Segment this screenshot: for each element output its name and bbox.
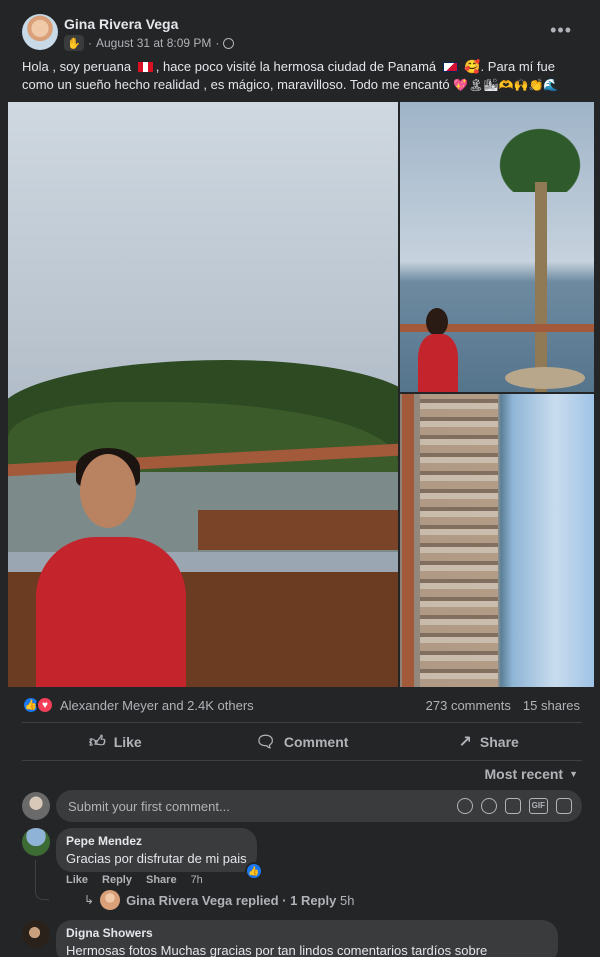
sticker-icon[interactable] — [556, 798, 572, 814]
emoji-icon[interactable] — [480, 798, 497, 814]
comment-text: Hermosas fotos Muchas gracias por tan li… — [66, 943, 488, 957]
comment-actions: Like Reply Share 7h — [66, 874, 203, 886]
photo-top-right[interactable] — [400, 102, 594, 392]
reaction-icons[interactable]: 👍 ♥ — [22, 696, 54, 714]
panama-flag-icon — [442, 62, 458, 72]
engagement-counts: 273 comments 15 shares — [426, 698, 580, 713]
commenter-name[interactable]: Digna Showers — [66, 926, 548, 940]
like-button[interactable]: 👍︎ Like — [22, 726, 209, 758]
commenter-avatar[interactable] — [22, 828, 50, 856]
comment-time[interactable]: 7h — [191, 874, 203, 886]
divider — [22, 760, 582, 761]
photo-grid — [8, 102, 594, 687]
post-text: Hola , soy peruana , hace poco visité la… — [22, 58, 582, 94]
shares-count[interactable]: 15 shares — [523, 698, 580, 713]
comments-count[interactable]: 273 comments — [426, 698, 511, 713]
post-text-part: , hace poco visité la hermosa ciudad de … — [155, 59, 440, 74]
thumbs-up-icon: 👍︎ — [88, 733, 106, 751]
post-text-part: Hola , soy peruana — [22, 59, 135, 74]
meta-separator: · — [215, 36, 220, 50]
photo-main[interactable] — [8, 102, 398, 687]
comment-sort-dropdown[interactable]: Most recent ▼ — [485, 766, 579, 782]
view-replies-link[interactable]: ↳ Gina Rivera Vega replied · 1 Reply 5h — [84, 890, 354, 910]
share-label: Share — [479, 734, 519, 750]
comment-bubble-icon: 🗨︎ — [255, 734, 276, 751]
meta-separator: · — [88, 36, 92, 50]
sort-label: Most recent — [484, 766, 564, 782]
current-user-avatar[interactable] — [22, 792, 50, 820]
reply-arrow-icon: ↳ — [84, 893, 95, 907]
globe-icon — [223, 37, 235, 49]
love-reaction-icon: ♥ — [36, 696, 54, 714]
divider — [22, 722, 582, 723]
wave-icon: ✋ — [64, 35, 84, 51]
share-arrow-icon: ↗ — [458, 734, 472, 751]
comment-share-button[interactable]: Share — [146, 874, 177, 886]
more-options-icon[interactable]: ••• — [550, 20, 572, 41]
comment-text: Gracias por disfrutar de mi pais — [66, 851, 247, 866]
photo-bottom-right[interactable] — [400, 394, 594, 687]
comment-bubble: Pepe Mendez Gracias por disfrutar de mi … — [56, 828, 263, 880]
comment-label: Comment — [283, 734, 349, 750]
reply-time: 5h — [339, 892, 355, 908]
post-card: Gina Rivera Vega ✋ · August 31 at 8:09 P… — [0, 0, 600, 957]
gif-icon[interactable]: GIF — [528, 798, 548, 814]
commenter-avatar[interactable] — [22, 920, 50, 948]
author-name[interactable]: Gina Rivera Vega — [64, 16, 178, 32]
thread-line — [35, 860, 49, 900]
like-reaction-icon[interactable]: 👍 — [244, 862, 263, 880]
comment-reply-button[interactable]: Reply — [102, 874, 132, 886]
reactions-bar: 👍 ♥ Alexander Meyer and 2.4K others 273 … — [22, 696, 582, 716]
comment-item: Pepe Mendez Gracias por disfrutar de mi … — [22, 828, 582, 914]
reply-summary: Gina Rivera Vega replied · 1 Reply 5h — [126, 893, 354, 908]
post-emojis: 💖🏝🏙🫶🙌👏🌊 — [453, 78, 559, 92]
caret-down-icon: ▼ — [569, 769, 578, 779]
comment-bubble: Digna Showers Hermosas fotos Muchas grac… — [56, 920, 558, 957]
like-label: Like — [113, 734, 142, 750]
reply-author-avatar — [100, 890, 121, 910]
comment-composer: GIF — [22, 790, 582, 822]
peru-flag-icon — [137, 62, 153, 72]
reply-count: · 1 Reply — [282, 892, 337, 908]
author-avatar[interactable] — [22, 14, 58, 50]
post-actions: 👍︎ Like 🗨︎ Comment ↗ Share — [22, 726, 582, 758]
share-button[interactable]: ↗ Share — [395, 726, 582, 758]
comment-like-button[interactable]: Like — [66, 874, 88, 886]
post-meta: ✋ · August 31 at 8:09 PM · — [64, 35, 235, 51]
comment-button[interactable]: 🗨︎ Comment — [209, 726, 396, 758]
avatar-sticker-icon[interactable] — [456, 798, 473, 814]
camera-icon[interactable] — [504, 798, 521, 814]
post-header: Gina Rivera Vega ✋ · August 31 at 8:09 P… — [22, 14, 582, 54]
composer-tools: GIF — [456, 798, 572, 814]
post-timestamp[interactable]: August 31 at 8:09 PM — [96, 36, 211, 50]
comment-item: Digna Showers Hermosas fotos Muchas grac… — [22, 920, 582, 957]
commenter-name[interactable]: Pepe Mendez — [66, 834, 247, 848]
reactions-summary[interactable]: Alexander Meyer and 2.4K others — [60, 698, 254, 713]
reply-author: Gina Rivera Vega replied — [126, 892, 279, 908]
